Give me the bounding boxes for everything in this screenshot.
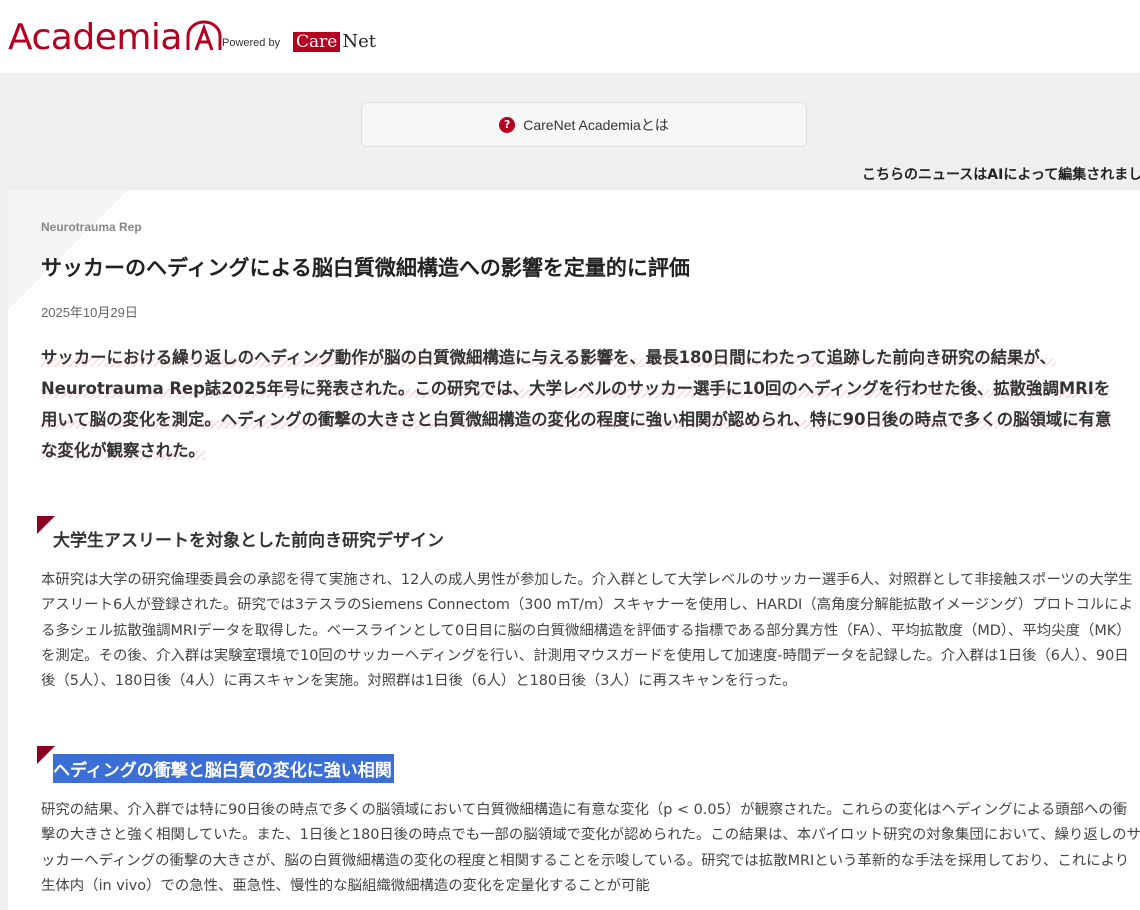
section-heading-2: ヘディングの衝撃と脳白質の変化に強い相関 [37, 746, 394, 783]
ai-edited-note: こちらのニュースはAIによって編集されまし [862, 167, 1140, 183]
carenet-logo[interactable]: Care Net [293, 32, 376, 52]
article-title: サッカーのヘディングによる脳白質微細構造への影響を定量的に評価 [41, 256, 690, 280]
section-flag-icon [37, 746, 55, 764]
section-heading-1: 大学生アスリートを対象とした前向き研究デザイン [37, 516, 444, 553]
carenet-net: Net [342, 31, 376, 52]
section-heading-text: ヘディングの衝撃と脳白質の変化に強い相関 [53, 754, 394, 783]
academia-mark-icon [184, 20, 224, 56]
powered-by-text: Powered by [222, 37, 281, 49]
article-date: 2025年10月29日 [41, 305, 138, 320]
logo-text: Academia [8, 17, 182, 58]
question-circle-icon: ? [499, 116, 516, 133]
article-card: Neurotrauma Rep サッカーのヘディングによる脳白質微細構造への影響… [8, 190, 1140, 910]
about-academia-button[interactable]: ? CareNet Academiaとは [361, 102, 807, 147]
site-header: Academia Powered by Care Net [0, 0, 1140, 73]
carenet-care: Care [293, 32, 341, 52]
article-lead: サッカーにおける繰り返しのヘディング動作が脳の白質微細構造に与える影響を、最長1… [41, 342, 1126, 466]
section-heading-text: 大学生アスリートを対象とした前向き研究デザイン [53, 531, 444, 551]
journal-name: Neurotrauma Rep [41, 220, 142, 234]
article-lead-text: サッカーにおける繰り返しのヘディング動作が脳の白質微細構造に与える影響を、最長1… [41, 348, 1112, 460]
section-flag-icon [37, 516, 55, 534]
about-label: CareNet Academiaとは [523, 116, 669, 133]
academia-logo[interactable]: Academia [8, 14, 224, 58]
section-body-1: 本研究は大学の研究倫理委員会の承認を得て実施され、12人の成人男性が参加した。介… [41, 572, 1133, 690]
section-body-2: 研究の結果、介入群では特に90日後の時点で多くの脳領域において白質微細構造に有意… [41, 802, 1140, 894]
